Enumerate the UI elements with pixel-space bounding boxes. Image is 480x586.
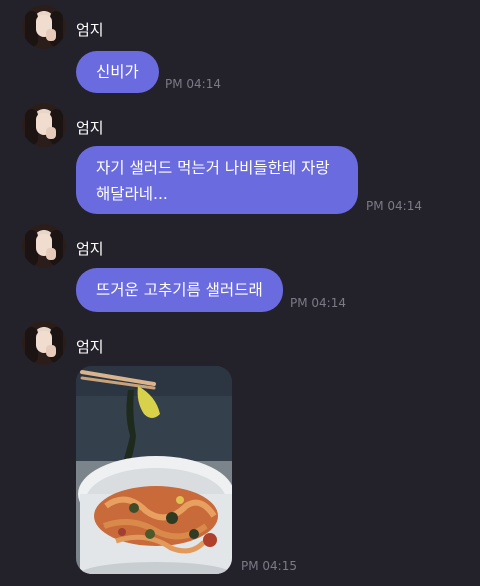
salad-photo-image	[76, 366, 232, 574]
message-text: 뜨거운 고추기름 샐러드래	[96, 281, 263, 299]
avatar[interactable]	[22, 224, 66, 268]
sender-name: 엄지	[76, 240, 104, 258]
message-timestamp: PM 04:14	[290, 296, 346, 310]
message-timestamp: PM 04:14	[366, 199, 422, 213]
message-timestamp: PM 04:14	[165, 77, 221, 91]
message-timestamp: PM 04:15	[241, 559, 297, 573]
sender-name: 엄지	[76, 21, 104, 39]
message-bubble[interactable]: 자기 샐러드 먹는거 나비들한테 자랑 해달라네...	[76, 146, 358, 214]
avatar[interactable]	[22, 5, 66, 49]
avatar[interactable]	[22, 321, 66, 365]
message-text-line: 자기 샐러드 먹는거 나비들한테 자랑	[96, 159, 330, 177]
sender-name: 엄지	[76, 119, 104, 137]
message-text: 신비가	[96, 63, 139, 81]
message-bubble[interactable]: 뜨거운 고추기름 샐러드래	[76, 268, 283, 312]
avatar[interactable]	[22, 103, 66, 147]
message-bubble[interactable]: 신비가	[76, 51, 159, 93]
sender-name: 엄지	[76, 338, 104, 356]
message-text-line: 해달라네...	[96, 185, 168, 203]
photo-message[interactable]	[76, 366, 232, 574]
